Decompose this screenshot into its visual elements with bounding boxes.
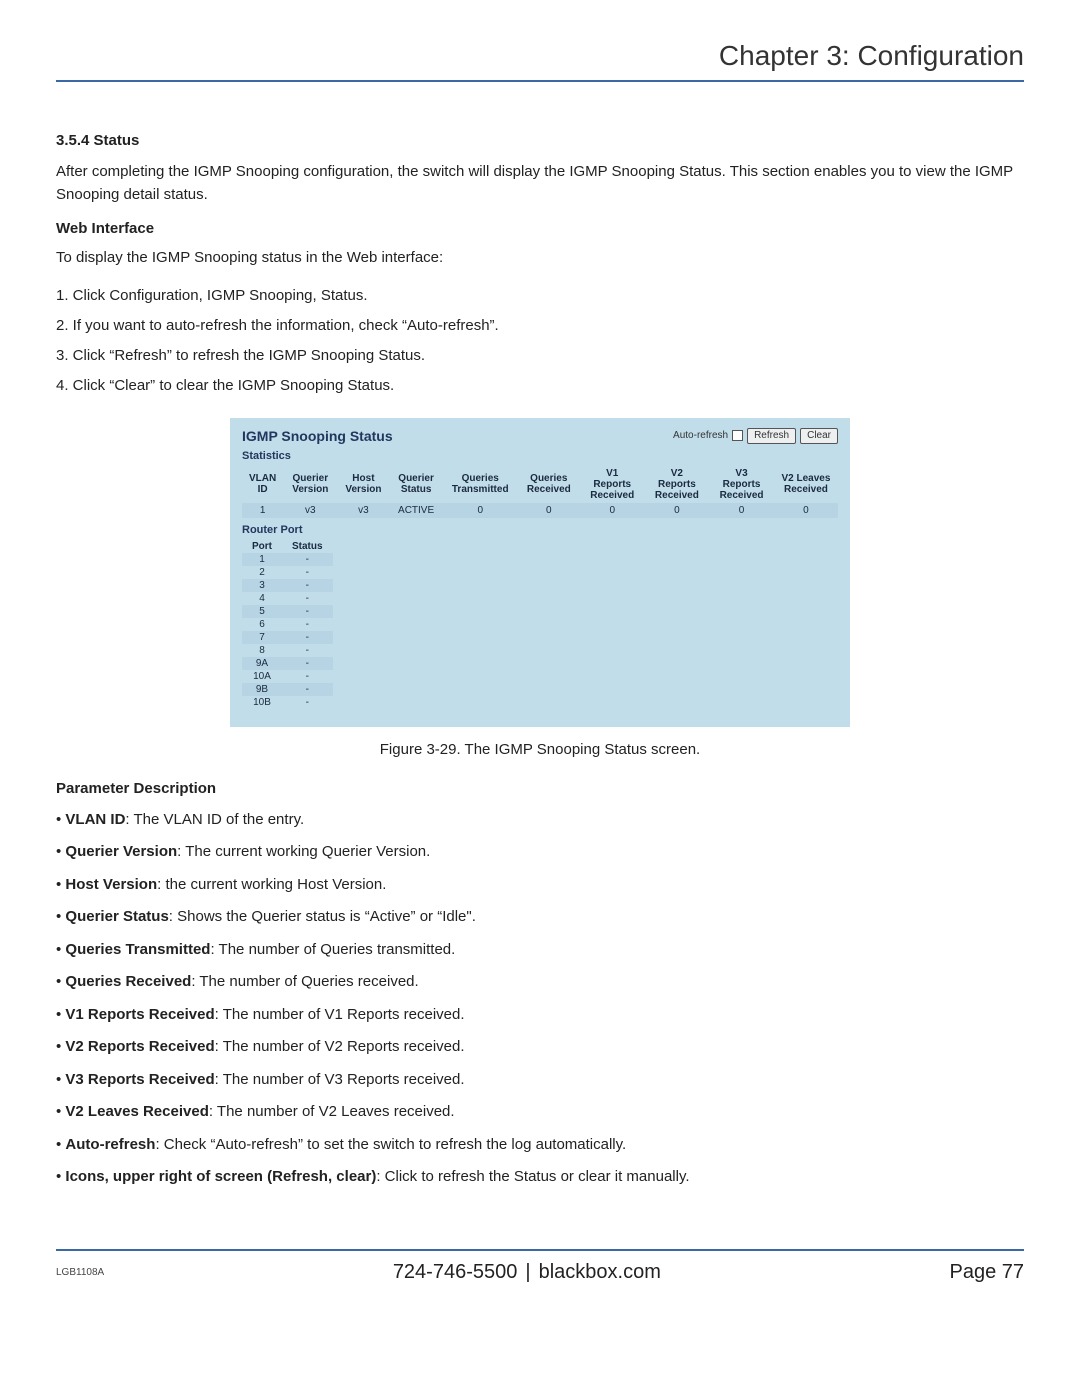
list-item: Queries Transmitted: The number of Queri…: [56, 939, 1024, 962]
col-v2-leaves: V2 Leaves Received: [774, 466, 838, 503]
table-row: 3-: [242, 579, 333, 592]
table-row: 9B-: [242, 683, 333, 696]
col-vlan-id: VLAN ID: [242, 466, 283, 503]
step-2: 2. If you want to auto-refresh the infor…: [56, 314, 1024, 338]
list-item: Host Version: the current working Host V…: [56, 874, 1024, 897]
auto-refresh-checkbox[interactable]: [732, 430, 743, 441]
parameter-list: VLAN ID: The VLAN ID of the entry. Queri…: [56, 809, 1024, 1189]
list-item: V1 Reports Received: The number of V1 Re…: [56, 1004, 1024, 1027]
table-row: 5-: [242, 605, 333, 618]
col-status: Status: [282, 540, 333, 553]
table-row: 6-: [242, 618, 333, 631]
router-port-label: Router Port: [242, 524, 838, 536]
list-item: Icons, upper right of screen (Refresh, c…: [56, 1166, 1024, 1189]
page-number: Page 77: [949, 1261, 1024, 1284]
web-interface-heading: Web Interface: [56, 220, 1024, 237]
table-row: 10B-: [242, 696, 333, 709]
table-row: 9A-: [242, 657, 333, 670]
clear-button[interactable]: Clear: [800, 428, 838, 444]
col-querier-version: Querier Version: [283, 466, 337, 503]
step-3: 3. Click “Refresh” to refresh the IGMP S…: [56, 344, 1024, 368]
statistics-table: VLAN ID Querier Version Host Version Que…: [242, 466, 838, 518]
statistics-label: Statistics: [242, 450, 838, 462]
panel-title: IGMP Snooping Status: [242, 428, 393, 444]
web-interface-intro: To display the IGMP Snooping status in t…: [56, 247, 1024, 270]
list-item: Querier Version: The current working Que…: [56, 841, 1024, 864]
table-row: 1 v3 v3 ACTIVE 0 0 0 0 0 0: [242, 503, 838, 518]
chapter-title: Chapter 3: Configuration: [56, 40, 1024, 82]
steps-list: 1. Click Configuration, IGMP Snooping, S…: [56, 284, 1024, 398]
list-item: Auto-refresh: Check “Auto-refresh” to se…: [56, 1134, 1024, 1157]
auto-refresh-label: Auto-refresh: [673, 430, 728, 441]
section-intro: After completing the IGMP Snooping confi…: [56, 161, 1024, 206]
list-item: V2 Leaves Received: The number of V2 Lea…: [56, 1101, 1024, 1124]
table-row: 4-: [242, 592, 333, 605]
table-row: 7-: [242, 631, 333, 644]
model-number: LGB1108A: [56, 1267, 104, 1278]
page-footer: LGB1108A 724-746-5500|blackbox.com Page …: [56, 1249, 1024, 1284]
table-row: 10A-: [242, 670, 333, 683]
table-row: 2-: [242, 566, 333, 579]
list-item: Querier Status: Shows the Querier status…: [56, 906, 1024, 929]
figure-caption: Figure 3-29. The IGMP Snooping Status sc…: [56, 741, 1024, 758]
router-port-table: Port Status 1- 2- 3- 4- 5- 6- 7- 8- 9A- …: [242, 540, 333, 709]
parameter-description-heading: Parameter Description: [56, 780, 1024, 797]
table-row: 8-: [242, 644, 333, 657]
step-1: 1. Click Configuration, IGMP Snooping, S…: [56, 284, 1024, 308]
igmp-status-panel: IGMP Snooping Status Auto-refresh Refres…: [230, 418, 850, 727]
col-querier-status: Querier Status: [389, 466, 442, 503]
step-4: 4. Click “Clear” to clear the IGMP Snoop…: [56, 374, 1024, 398]
col-v1-reports: V1 Reports Received: [580, 466, 645, 503]
section-heading: 3.5.4 Status: [56, 132, 1024, 149]
col-v3-reports: V3 Reports Received: [709, 466, 774, 503]
col-port: Port: [242, 540, 282, 553]
list-item: V3 Reports Received: The number of V3 Re…: [56, 1069, 1024, 1092]
refresh-button[interactable]: Refresh: [747, 428, 796, 444]
col-v2-reports: V2 Reports Received: [645, 466, 710, 503]
list-item: V2 Reports Received: The number of V2 Re…: [56, 1036, 1024, 1059]
table-row: 1-: [242, 553, 333, 566]
col-queries-received: Queries Received: [518, 466, 580, 503]
list-item: VLAN ID: The VLAN ID of the entry.: [56, 809, 1024, 832]
footer-contact: 724-746-5500|blackbox.com: [393, 1261, 661, 1284]
col-host-version: Host Version: [337, 466, 389, 503]
list-item: Queries Received: The number of Queries …: [56, 971, 1024, 994]
col-queries-transmitted: Queries Transmitted: [443, 466, 518, 503]
